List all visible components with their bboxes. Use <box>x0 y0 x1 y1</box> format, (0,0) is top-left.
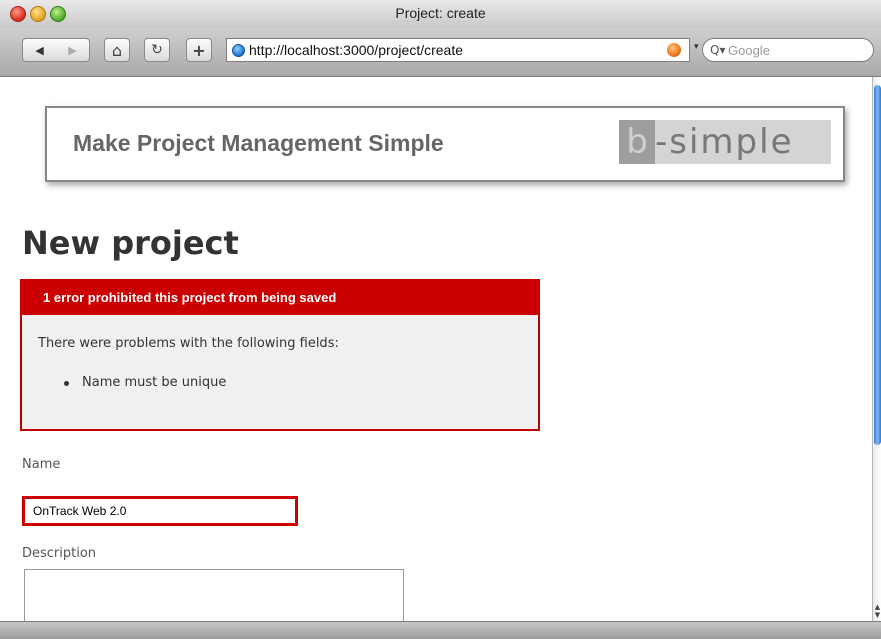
reload-button[interactable]: ↻ <box>144 38 170 62</box>
back-forward-group: ◀ ▶ <box>22 38 90 62</box>
address-dropdown-icon[interactable]: ▾ <box>694 42 699 52</box>
scroll-thumb[interactable] <box>874 85 881 445</box>
error-intro: There were problems with the following f… <box>38 336 339 351</box>
error-header: 1 error prohibited this project from bei… <box>22 281 538 315</box>
site-tagline: Make Project Management Simple <box>73 130 444 156</box>
site-logo: b -simple <box>619 120 831 164</box>
search-field[interactable]: Q▾ Google <box>702 38 874 62</box>
status-bar <box>0 621 881 639</box>
add-icon: + <box>192 40 206 60</box>
logo-text: -simple <box>655 122 794 162</box>
reload-icon: ↻ <box>151 42 163 58</box>
site-header: Make Project Management Simple b -simple <box>45 106 845 182</box>
scroll-arrows-icon[interactable]: ▲ ▼ <box>874 603 881 619</box>
error-explanation: 1 error prohibited this project from bei… <box>20 279 540 431</box>
search-icon[interactable]: Q▾ <box>710 43 728 57</box>
page-content: Make Project Management Simple b -simple… <box>0 77 872 621</box>
browser-toolbar: ◀ ▶ ⌂ ↻ + http://localhost:3000/project/… <box>0 28 881 77</box>
vertical-scrollbar[interactable]: ▲ ▼ <box>872 77 881 621</box>
home-icon: ⌂ <box>111 40 123 60</box>
error-list: Name must be unique <box>64 375 226 390</box>
logo-initial: b <box>619 120 655 164</box>
description-field[interactable] <box>24 569 404 621</box>
description-label: Description <box>22 546 97 561</box>
name-label: Name <box>22 457 61 472</box>
title-bar: Project: create <box>0 0 881 28</box>
rss-icon[interactable] <box>667 43 681 57</box>
browser-window: Project: create ◀ ▶ ⌂ ↻ + http://localho… <box>0 0 881 639</box>
error-item: Name must be unique <box>64 375 226 390</box>
window-title: Project: create <box>395 5 486 21</box>
page-title: New project <box>22 224 239 262</box>
url-text[interactable]: http://localhost:3000/project/create <box>249 42 463 58</box>
add-bookmark-button[interactable]: + <box>186 38 212 62</box>
forward-icon[interactable]: ▶ <box>68 44 76 57</box>
address-bar[interactable]: http://localhost:3000/project/create <box>226 38 690 62</box>
globe-icon <box>232 43 245 57</box>
back-icon[interactable]: ◀ <box>35 44 43 57</box>
home-button[interactable]: ⌂ <box>104 38 130 62</box>
name-field[interactable] <box>22 496 298 526</box>
search-placeholder: Google <box>728 42 770 58</box>
